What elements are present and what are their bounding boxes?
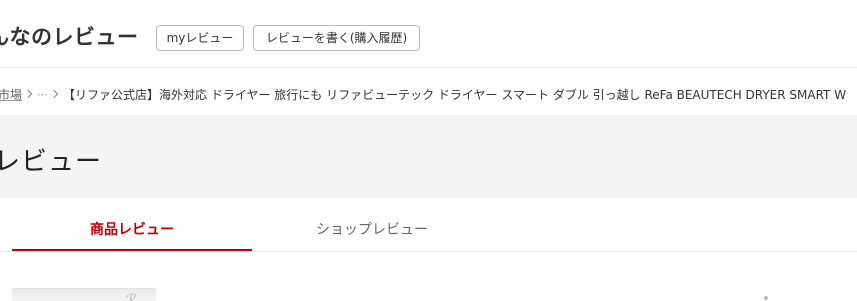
dot-icon: [764, 296, 768, 300]
breadcrumb-current-item: 【リファ公式店】海外対応 ドライヤー 旅行にも リファビューテック ドライヤー …: [63, 87, 847, 102]
breadcrumb-ellipsis[interactable]: ⋯: [37, 88, 48, 101]
site-header: んなのレビュー myレビュー レビューを書く(購入履歴): [0, 0, 857, 68]
breadcrumb: 市場 ⋯ 【リファ公式店】海外対応 ドライヤー 旅行にも リファビューテック ド…: [0, 84, 846, 104]
breadcrumb-root-link[interactable]: 市場: [0, 86, 22, 103]
my-review-button[interactable]: myレビュー: [156, 25, 244, 51]
chevron-right-icon: [49, 89, 59, 99]
site-title[interactable]: んなのレビュー: [0, 21, 139, 51]
page-banner: レビュー: [0, 115, 857, 198]
review-tabs: 商品レビュー ショップレビュー: [0, 210, 857, 252]
brand-logo-mark: ℛ: [124, 292, 136, 301]
write-review-button[interactable]: レビューを書く(購入履歴): [253, 25, 420, 51]
page-title: レビュー: [0, 147, 103, 177]
tab-product-reviews[interactable]: 商品レビュー: [12, 210, 252, 251]
product-thumbnail[interactable]: ℛ: [12, 288, 156, 301]
chevron-right-icon: [23, 89, 33, 99]
tab-shop-reviews[interactable]: ショップレビュー: [252, 210, 492, 251]
